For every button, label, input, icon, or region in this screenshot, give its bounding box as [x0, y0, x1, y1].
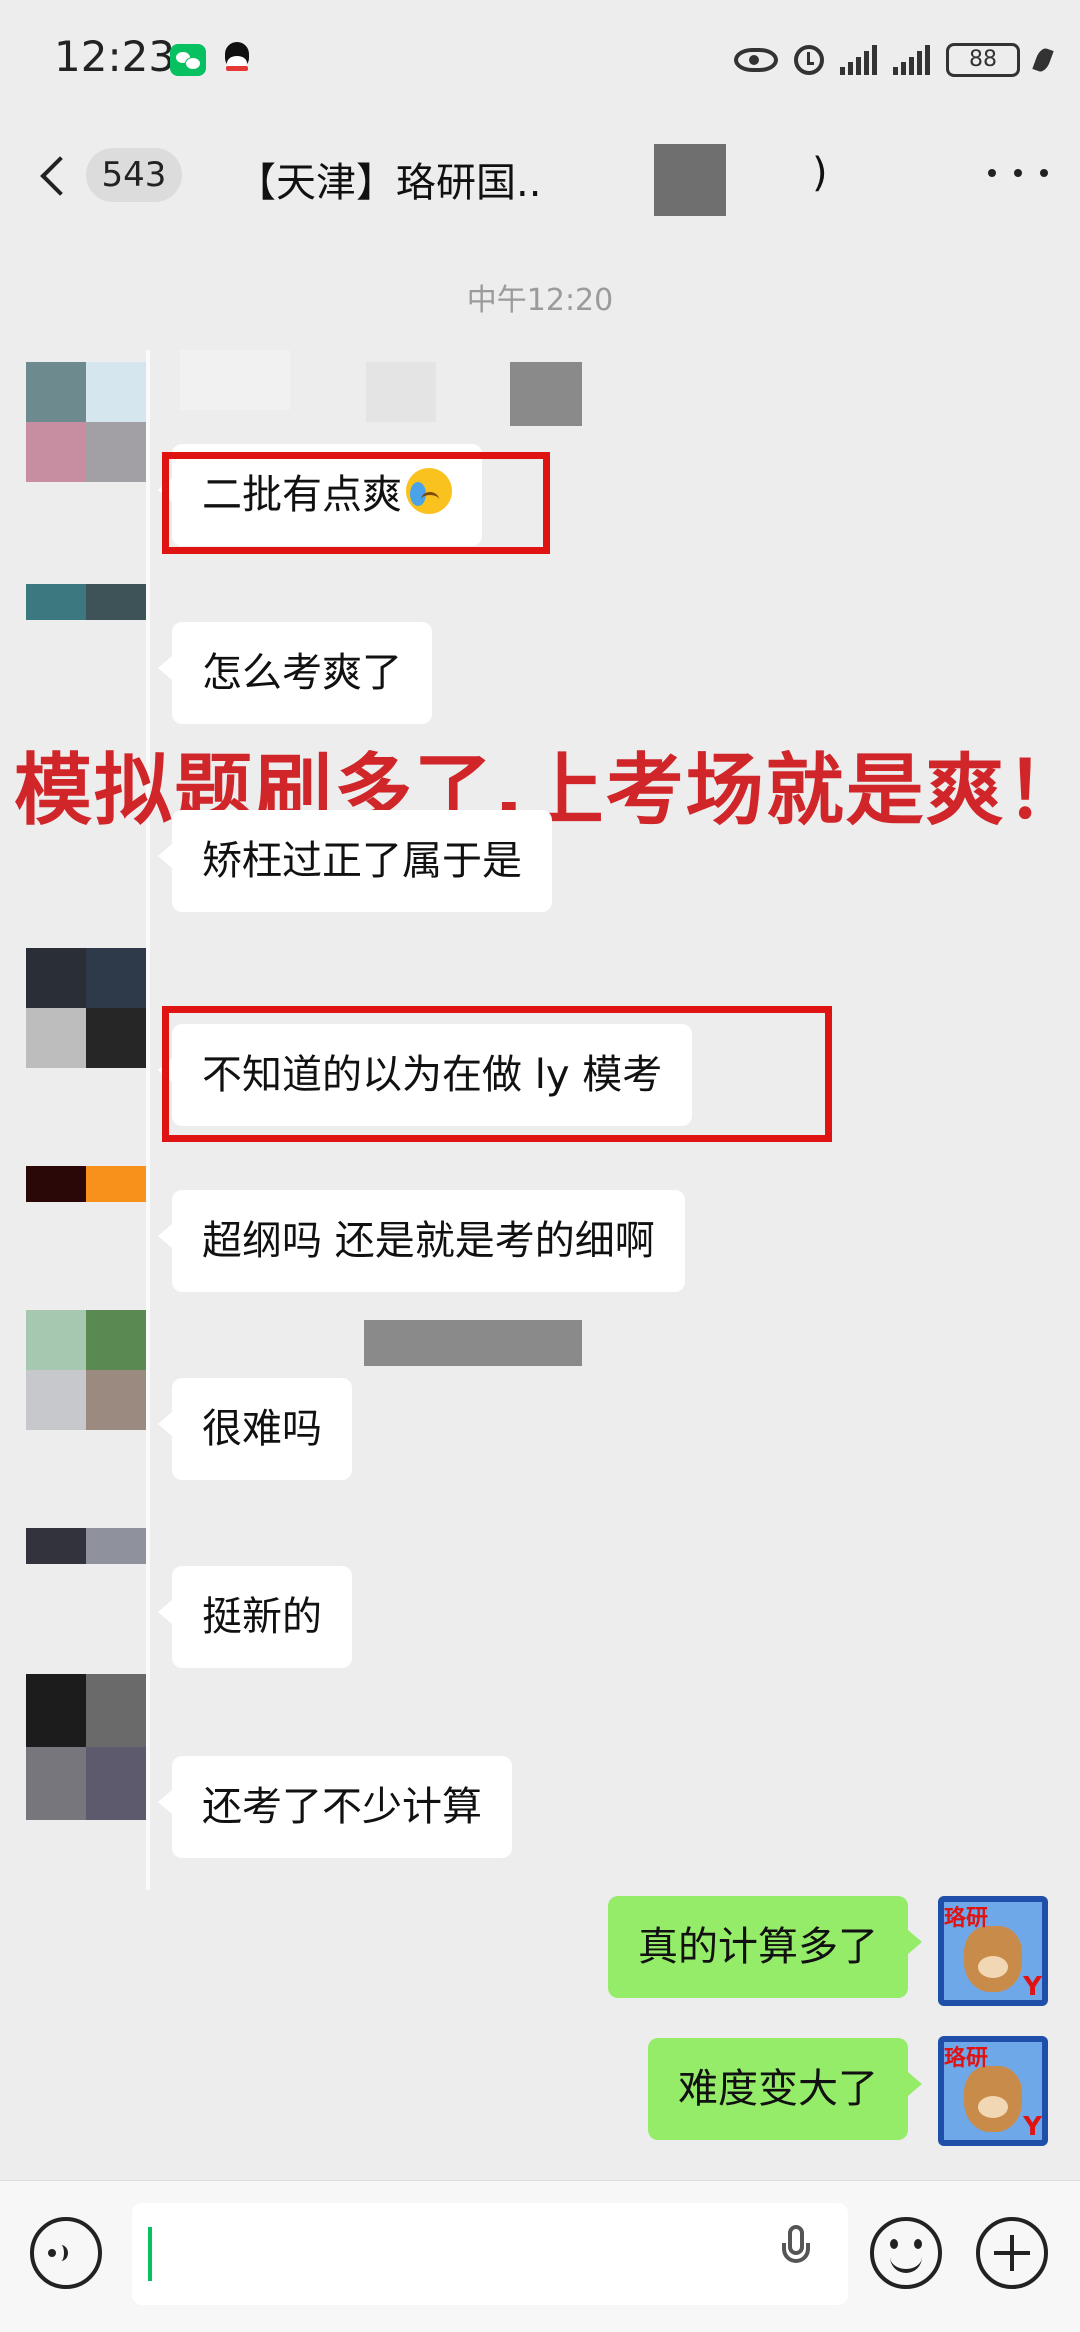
leaf-icon — [1032, 46, 1054, 74]
group-member-avatar[interactable] — [26, 584, 146, 656]
message-bubble[interactable]: 矫枉过正了属于是 — [158, 810, 552, 912]
message-bubble[interactable]: 超纲吗 还是就是考的细啊 — [158, 1190, 685, 1292]
back-icon[interactable] — [32, 148, 82, 204]
message-input[interactable] — [132, 2203, 848, 2305]
highlight-box — [162, 452, 550, 554]
qq-notification-icon — [222, 42, 252, 78]
sender-name-redaction — [180, 350, 290, 410]
status-indicators: 88 — [734, 36, 1054, 84]
plus-icon[interactable] — [976, 2217, 1048, 2289]
chat-header: 543 【天津】珞研国.. ) — [0, 120, 1080, 230]
emoji-icon[interactable] — [870, 2217, 942, 2289]
voice-icon[interactable] — [30, 2217, 102, 2289]
status-bar: 12:23 88 — [0, 0, 1080, 120]
message-text: 怎么考爽了 — [202, 650, 402, 696]
chat-title[interactable]: 【天津】珞研国.. — [236, 150, 541, 208]
group-member-avatar[interactable] — [26, 1528, 146, 1600]
message-bubble[interactable]: 还考了不少计算 — [158, 1756, 512, 1858]
group-member-avatar[interactable] — [26, 1166, 146, 1238]
message-bubble[interactable]: 怎么考爽了 — [158, 622, 432, 724]
group-member-avatar[interactable] — [26, 948, 146, 1068]
eye-icon — [734, 48, 778, 72]
sender-name-redaction — [364, 1320, 582, 1366]
message-text: 难度变大了 — [678, 2066, 878, 2112]
message-text: 很难吗 — [202, 1406, 322, 1452]
status-time: 12:23 — [54, 32, 176, 81]
highlight-box — [162, 1006, 832, 1142]
my-message-bubble[interactable]: 真的计算多了 — [608, 1896, 922, 1998]
avatar-tag: 珞研 — [944, 1906, 989, 1931]
my-avatar[interactable]: 珞研 Y — [938, 1896, 1048, 2006]
message-bubble[interactable]: 很难吗 — [158, 1378, 352, 1480]
battery-icon: 88 — [946, 43, 1020, 77]
avatar-logo: Y — [1023, 1972, 1042, 2002]
unread-count-badge[interactable]: 543 — [86, 148, 182, 202]
my-message-bubble[interactable]: 难度变大了 — [648, 2038, 922, 2140]
group-member-avatar[interactable] — [26, 1674, 146, 1820]
text-cursor — [148, 2227, 152, 2281]
message-text: 真的计算多了 — [638, 1924, 878, 1970]
signal-icon — [893, 45, 930, 75]
mic-icon[interactable] — [778, 2225, 814, 2281]
group-member-avatar[interactable] — [26, 362, 146, 482]
wechat-notification-icon — [170, 44, 206, 76]
avatar-tag: 珞研 — [944, 2046, 989, 2071]
chat-title-suffix: ) — [812, 150, 828, 196]
signal-icon — [840, 45, 877, 75]
message-timestamp: 中午12:20 — [466, 283, 614, 318]
more-icon[interactable] — [988, 158, 1048, 188]
title-redaction — [654, 144, 726, 216]
screenshot-seam — [146, 350, 150, 1890]
avatar-logo: Y — [1023, 2112, 1042, 2142]
message-text: 挺新的 — [202, 1594, 322, 1640]
group-member-avatar[interactable] — [26, 1310, 146, 1430]
message-text: 矫枉过正了属于是 — [202, 838, 522, 884]
message-text: 超纲吗 还是就是考的细啊 — [202, 1218, 655, 1264]
message-bubble[interactable]: 挺新的 — [158, 1566, 352, 1668]
sender-name-redaction — [510, 362, 582, 426]
sender-name-redaction — [366, 362, 436, 422]
alarm-icon — [794, 45, 824, 75]
input-bar — [0, 2180, 1080, 2332]
my-avatar[interactable]: 珞研 Y — [938, 2036, 1048, 2146]
message-text: 还考了不少计算 — [202, 1784, 482, 1830]
